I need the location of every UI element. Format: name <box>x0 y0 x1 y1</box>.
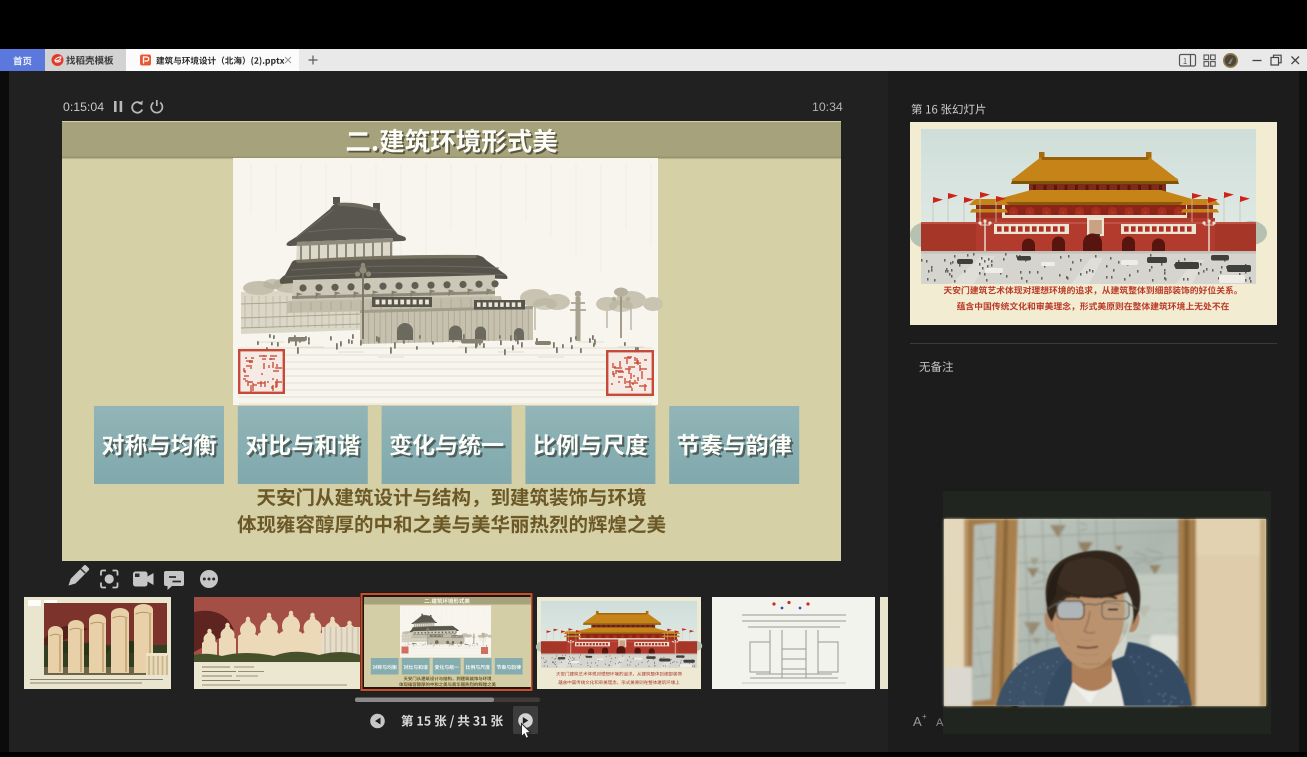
svg-text:0:15:04: 0:15:04 <box>63 100 104 114</box>
svg-text:+: + <box>922 712 927 721</box>
svg-text:A: A <box>913 714 922 729</box>
svg-text:A: A <box>936 717 944 729</box>
svg-text:10:34: 10:34 <box>812 100 843 114</box>
